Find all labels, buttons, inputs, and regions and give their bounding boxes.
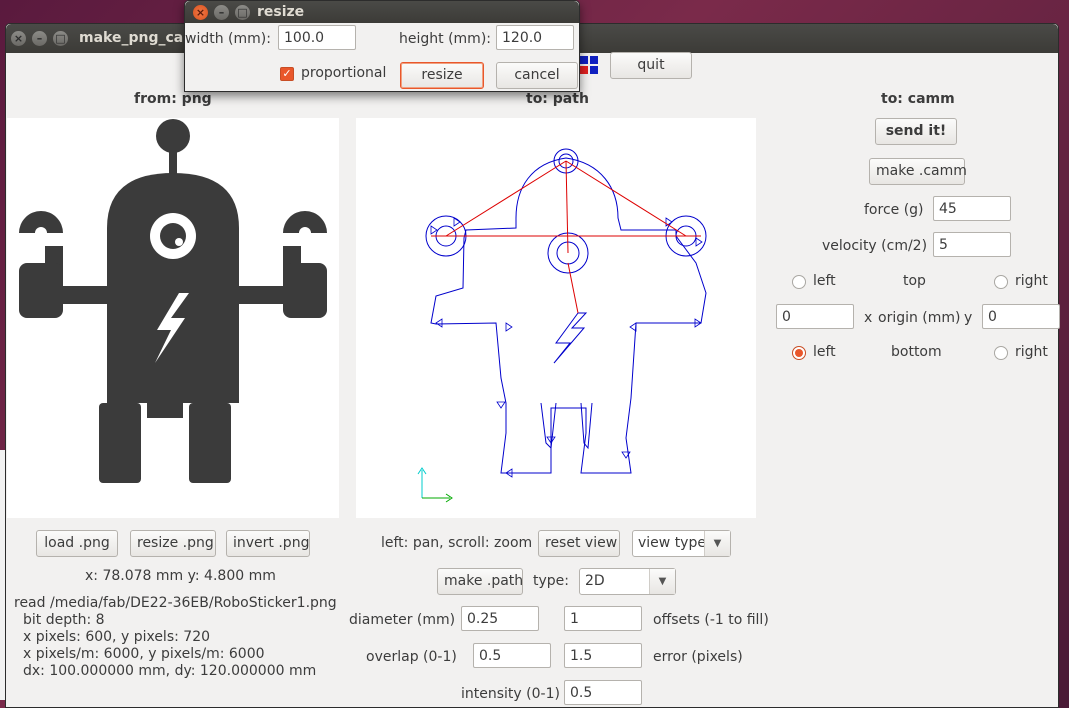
force-label: force (g) xyxy=(864,202,924,218)
width-label: width (mm): xyxy=(185,31,271,47)
toolpath-view xyxy=(417,148,707,503)
minimize-icon[interactable]: – xyxy=(214,5,229,20)
intensity-input[interactable] xyxy=(564,680,642,705)
proportional-label: proportional xyxy=(301,65,387,81)
intensity-label: intensity (0-1) xyxy=(461,686,560,702)
close-icon[interactable]: × xyxy=(193,5,208,20)
to-path-heading: to: path xyxy=(526,91,589,107)
load-png-button[interactable]: load .png xyxy=(36,530,118,557)
view-type-value: view type xyxy=(638,535,706,551)
error-label: error (pixels) xyxy=(653,649,743,665)
origin-y-input[interactable] xyxy=(982,304,1060,329)
bottom-right-label: right xyxy=(1015,344,1048,360)
origin-y-label: y xyxy=(964,310,973,326)
velocity-input[interactable] xyxy=(933,232,1011,257)
pan-zoom-hint: left: pan, scroll: zoom xyxy=(381,535,533,551)
height-label: height (mm): xyxy=(399,31,491,47)
diameter-label: diameter (mm) xyxy=(349,612,456,628)
resize-button[interactable]: resize xyxy=(400,62,484,89)
dialog-title: resize xyxy=(257,4,305,20)
cursor-coords: x: 78.078 mm y: 4.800 mm xyxy=(85,568,276,584)
type-select[interactable]: 2D ▼ xyxy=(579,568,676,595)
chevron-down-icon: ▼ xyxy=(649,569,675,594)
width-input[interactable] xyxy=(278,25,356,50)
info-line: bit depth: 8 xyxy=(23,612,105,628)
origin-x-label: x xyxy=(864,310,873,326)
make-camm-button[interactable]: make .camm xyxy=(869,158,967,185)
invert-png-button[interactable]: invert .png xyxy=(226,530,310,557)
chevron-down-icon: ▼ xyxy=(704,531,730,556)
origin-bottom-right-radio[interactable] xyxy=(994,346,1008,360)
top-label: top xyxy=(903,273,926,289)
make-path-button[interactable]: make .path xyxy=(437,568,523,595)
info-line: read /media/fab/DE22-36EB/RoboSticker1.p… xyxy=(14,595,337,611)
offsets-input[interactable] xyxy=(564,606,642,631)
png-info: read /media/fab/DE22-36EB/RoboSticker1.p… xyxy=(14,595,337,680)
robot-image xyxy=(19,119,327,483)
maximize-icon[interactable]: □ xyxy=(53,31,68,46)
to-camm-heading: to: camm xyxy=(881,91,955,107)
height-input[interactable] xyxy=(496,25,574,50)
proportional-checkbox[interactable]: ✓ xyxy=(280,67,294,81)
offsets-label: offsets (-1 to fill) xyxy=(653,612,769,628)
origin-label: origin (mm) xyxy=(878,310,961,326)
color-grid-icon[interactable] xyxy=(578,54,600,76)
resize-png-button[interactable]: resize .png xyxy=(130,530,216,557)
quit-button[interactable]: quit xyxy=(610,52,692,79)
diameter-input[interactable] xyxy=(461,606,539,631)
overlap-input[interactable] xyxy=(473,643,551,668)
png-canvas[interactable] xyxy=(7,118,339,518)
main-window: × – □ make_png_cam quit from: png to: pa… xyxy=(5,23,1060,708)
type-value: 2D xyxy=(585,573,605,589)
from-png-heading: from: png xyxy=(134,91,212,107)
info-line: dx: 100.000000 mm, dy: 120.000000 mm xyxy=(23,663,317,679)
origin-x-input[interactable] xyxy=(776,304,854,329)
minimize-icon[interactable]: – xyxy=(32,31,47,46)
bottom-left-label: left xyxy=(813,344,836,360)
error-input[interactable] xyxy=(564,643,642,668)
origin-top-left-radio[interactable] xyxy=(792,275,806,289)
resize-dialog: × – □ resize width (mm): height (mm): ✓ … xyxy=(184,0,580,92)
force-input[interactable] xyxy=(933,196,1011,221)
dialog-titlebar[interactable]: × – □ resize xyxy=(185,1,579,23)
top-right-label: right xyxy=(1015,273,1048,289)
type-label: type: xyxy=(533,573,569,589)
top-left-label: left xyxy=(813,273,836,289)
origin-top-right-radio[interactable] xyxy=(994,275,1008,289)
window-title: make_png_cam xyxy=(79,30,198,46)
send-it-button[interactable]: send it! xyxy=(875,118,957,145)
info-line: x pixels: 600, y pixels: 720 xyxy=(23,629,211,645)
bottom-label: bottom xyxy=(891,344,942,360)
info-line: x pixels/m: 6000, y pixels/m: 6000 xyxy=(23,646,265,662)
maximize-icon[interactable]: □ xyxy=(235,5,250,20)
close-icon[interactable]: × xyxy=(11,31,26,46)
velocity-label: velocity (cm/2) xyxy=(822,238,928,254)
path-canvas[interactable] xyxy=(356,118,756,518)
cancel-button[interactable]: cancel xyxy=(496,62,578,89)
view-type-select[interactable]: view type ▼ xyxy=(632,530,731,557)
overlap-label: overlap (0-1) xyxy=(366,649,457,665)
reset-view-button[interactable]: reset view xyxy=(538,530,620,557)
origin-bottom-left-radio[interactable] xyxy=(792,346,806,360)
